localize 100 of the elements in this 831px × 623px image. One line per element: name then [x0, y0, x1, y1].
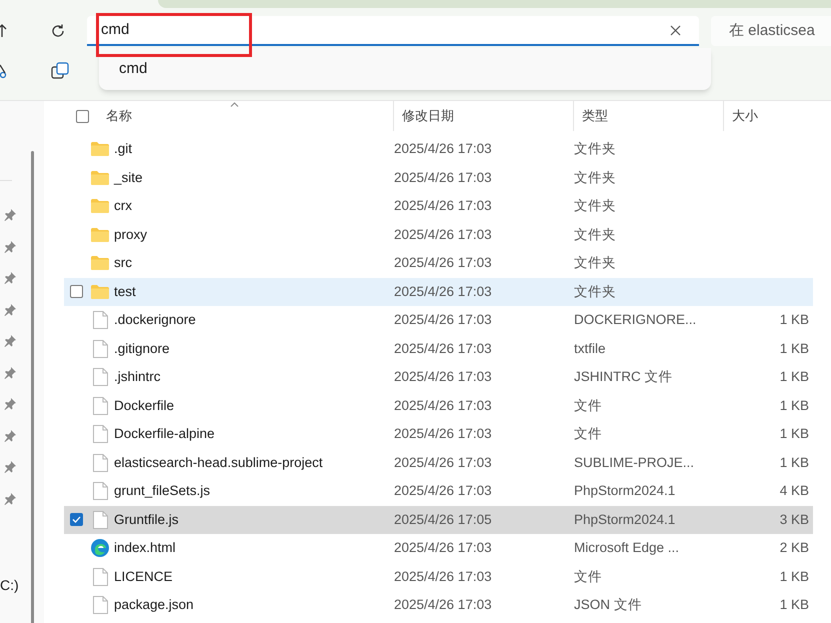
file-row[interactable]: index.html 2025/4/26 17:03 Microsoft Edge ... 2 KB: [64, 534, 813, 562]
modified-date: 2025/4/26 17:03: [394, 425, 493, 444]
file-name: LICENCE: [113, 568, 174, 586]
file-name: Gruntfile.js: [113, 510, 180, 529]
file-size: 1 KB: [780, 368, 810, 386]
file-row[interactable]: Gruntfile.js 2025/4/26 17:05 PhpStorm2024.1 3 KB: [64, 506, 813, 534]
file-row[interactable]: .git 2025/4/26 17:03 文件夹: [64, 135, 813, 164]
column-name[interactable]: 名称: [106, 106, 393, 126]
pin-icon[interactable]: [4, 209, 16, 221]
pin-icon[interactable]: [4, 492, 16, 504]
pin-icon[interactable]: [4, 430, 16, 442]
column-name[interactable]: 类型: [573, 101, 723, 131]
pin-icon[interactable]: [4, 366, 16, 378]
folder-icon: [91, 256, 109, 270]
modified-date: 2025/4/26 17:03: [394, 568, 493, 586]
checkbox[interactable]: [70, 285, 82, 298]
folder-icon: [91, 142, 109, 156]
file-icon: [92, 368, 108, 386]
clear-icon[interactable]: [670, 24, 681, 36]
file-icon: [92, 510, 108, 529]
file-row[interactable]: .jshintrc 2025/4/26 17:03 JSHINTRC 文件 1 KB: [64, 363, 813, 392]
file-type: JSON 文件: [574, 596, 643, 614]
pin-icon[interactable]: [4, 272, 16, 284]
file-type: SUBLIME-PROJE...: [574, 454, 696, 472]
pin-icon[interactable]: [4, 240, 16, 252]
file-size: 1 KB: [780, 340, 810, 358]
file-type: 文件: [574, 425, 603, 444]
search-field[interactable]: 在 elasticsea: [711, 16, 831, 46]
file-type: 文件夹: [574, 254, 617, 272]
file-icon: [92, 596, 108, 614]
modified-date: 2025/4/26 17:03: [394, 482, 493, 500]
file-row[interactable]: _site 2025/4/26 17:03 文件夹: [64, 164, 813, 192]
file-icon: [92, 311, 108, 330]
file-size: 1 KB: [780, 568, 810, 586]
file-type: 文件: [574, 568, 603, 586]
file-type: txtfile: [574, 340, 607, 358]
file-size: 1 KB: [780, 425, 810, 444]
file-row[interactable]: proxy 2025/4/26 17:03 文件夹: [64, 220, 813, 249]
pin-icon[interactable]: [4, 304, 16, 316]
file-row[interactable]: .gitignore 2025/4/26 17:03 txtfile 1 KB: [64, 334, 813, 363]
file-row[interactable]: package.json 2025/4/26 17:03 JSON 文件 1 KB: [64, 591, 813, 620]
file-row[interactable]: .dockerignore 2025/4/26 17:03 DOCKERIGNORE... 1 KB: [64, 306, 813, 334]
file-name: grunt_fileSets.js: [113, 482, 212, 500]
file-row[interactable]: Dockerfile-alpine 2025/4/26 17:03 文件 1 KB: [64, 420, 813, 448]
modified-date: 2025/4/26 17:03: [394, 168, 493, 187]
file-name: .jshintrc: [113, 368, 162, 386]
file-type: 文件: [574, 396, 603, 415]
modified-date: 2025/4/26 17:03: [394, 368, 493, 386]
file-type: 文件夹: [574, 140, 617, 158]
file-type: 文件夹: [574, 197, 617, 216]
checkbox[interactable]: [76, 110, 89, 122]
file-icon: [92, 454, 108, 472]
file-icon: [92, 568, 108, 586]
folder-icon: [91, 170, 109, 185]
pin-icon[interactable]: [4, 398, 16, 410]
file-row[interactable]: src 2025/4/26 17:03 文件夹: [64, 249, 813, 278]
file-row[interactable]: LICENCE 2025/4/26 17:03 文件 1 KB: [64, 562, 813, 591]
copy-icon[interactable]: [51, 62, 69, 80]
file-type: JSHINTRC 文件: [574, 368, 674, 386]
modified-date: 2025/4/26 17:03: [394, 140, 493, 158]
sort-caret-icon: [230, 102, 239, 107]
file-name: .dockerignore: [113, 311, 197, 330]
file-size: 1 KB: [780, 311, 810, 330]
pin-icon[interactable]: [4, 461, 16, 473]
file-size: 3 KB: [780, 510, 810, 529]
scrollbar-thumb[interactable]: [31, 151, 34, 623]
modified-date: 2025/4/26 17:03: [394, 539, 493, 558]
file-size: 1 KB: [780, 396, 810, 415]
file-type: Microsoft Edge ...: [574, 539, 680, 558]
scissors-icon[interactable]: [0, 63, 8, 79]
checkbox[interactable]: [70, 513, 82, 526]
file-type: PhpStorm2024.1: [574, 510, 676, 529]
modified-date: 2025/4/26 17:03: [394, 282, 493, 301]
address-field[interactable]: cmd: [87, 16, 699, 46]
file-row[interactable]: elasticsearch-head.sublime-project 2025/4/26 17:03 SUBLIME-PROJE... 1 KB: [64, 448, 813, 477]
suggestion-item[interactable]: cmd: [119, 58, 148, 80]
drive-label[interactable]: C:): [0, 576, 19, 592]
file-type: 文件夹: [574, 226, 617, 244]
modified-date: 2025/4/26 17:03: [394, 396, 493, 415]
file-name: _site: [112, 168, 144, 187]
file-row[interactable]: crx 2025/4/26 17:03 文件夹: [64, 192, 813, 220]
up-arrow-icon[interactable]: [0, 24, 7, 38]
file-type: 文件夹: [574, 282, 617, 301]
file-icon: [92, 340, 108, 358]
file-icon: [92, 482, 108, 500]
file-size: 2 KB: [780, 539, 810, 558]
file-row[interactable]: grunt_fileSets.js 2025/4/26 17:03 PhpStorm2024.1 4 KB: [64, 477, 813, 506]
modified-date: 2025/4/26 17:03: [394, 226, 493, 244]
modified-date: 2025/4/26 17:03: [394, 311, 493, 330]
file-row[interactable]: Dockerfile 2025/4/26 17:03 文件 1 KB: [64, 392, 813, 420]
file-type: DOCKERIGNORE...: [574, 311, 698, 330]
pin-icon[interactable]: [4, 335, 16, 347]
file-type: 文件夹: [574, 168, 617, 187]
folder-icon: [91, 199, 109, 214]
column-name[interactable]: 修改日期: [393, 101, 573, 131]
file-row[interactable]: test 2025/4/26 17:03 文件夹: [64, 278, 813, 306]
modified-date: 2025/4/26 17:03: [394, 454, 493, 472]
refresh-icon[interactable]: [50, 23, 66, 39]
file-size: 1 KB: [780, 596, 810, 614]
column-name[interactable]: 大小: [723, 101, 813, 131]
